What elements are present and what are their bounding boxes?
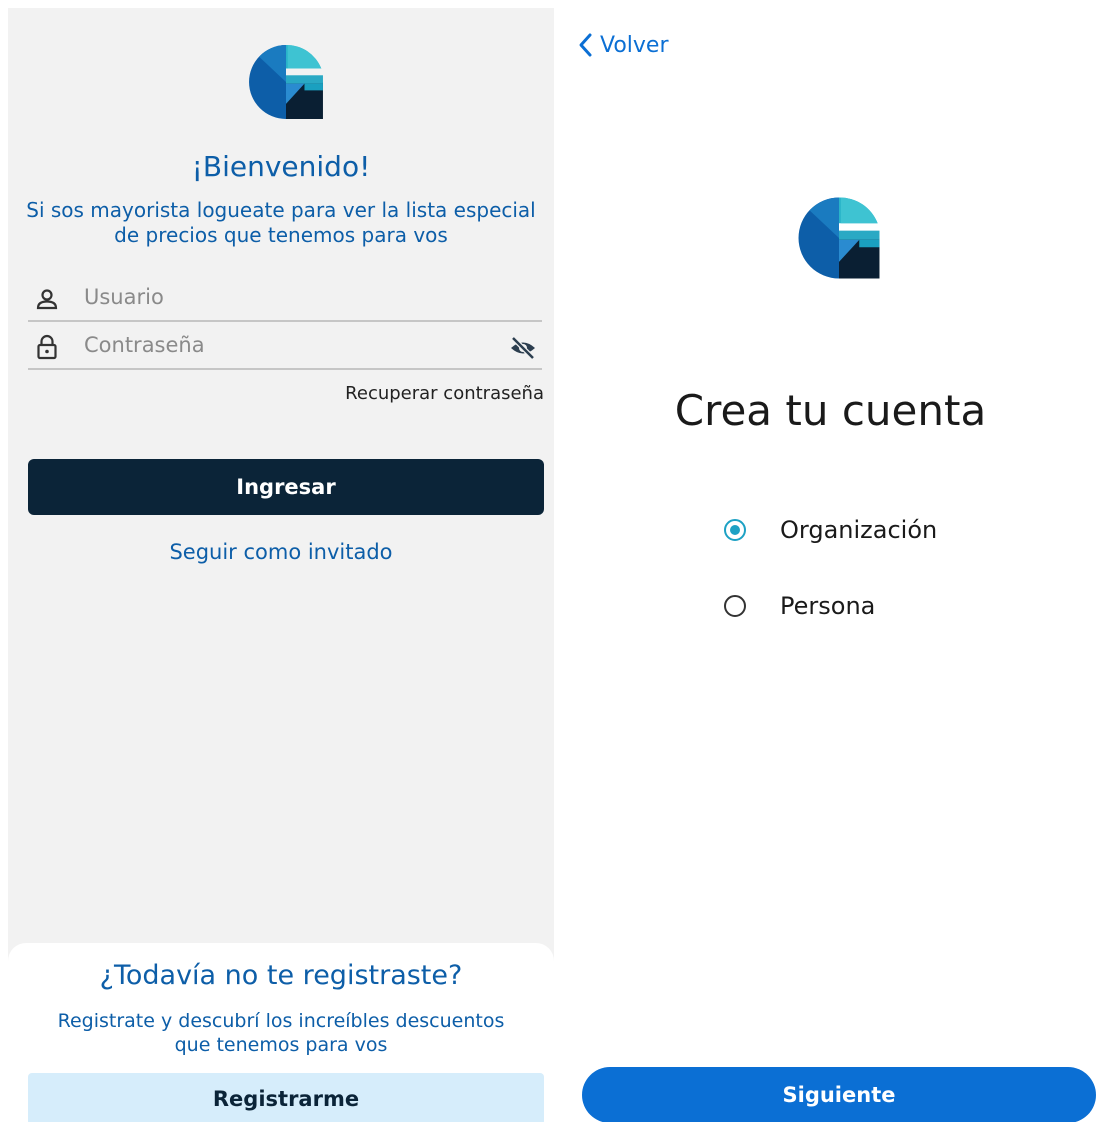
welcome-subtitle: Si sos mayorista logueate para ver la li… bbox=[8, 198, 554, 248]
back-label: Volver bbox=[600, 32, 669, 58]
person-icon bbox=[36, 289, 58, 310]
option-label: Persona bbox=[780, 592, 876, 620]
recover-password-link[interactable]: Recuperar contraseña bbox=[345, 383, 544, 404]
chevron-left-icon bbox=[579, 33, 592, 57]
option-label: Organización bbox=[780, 516, 938, 544]
register-button[interactable]: Registrarme bbox=[28, 1073, 544, 1122]
option-persona[interactable]: Persona bbox=[724, 589, 875, 623]
welcome-subtitle-line2: de precios que tenemos para vos bbox=[114, 223, 448, 247]
brand-logo-icon bbox=[798, 197, 880, 279]
login-screen: ¡Bienvenido! Si sos mayorista logueate p… bbox=[0, 0, 556, 1122]
welcome-title: ¡Bienvenido! bbox=[191, 150, 371, 183]
back-button[interactable]: Volver bbox=[576, 28, 669, 62]
register-subtitle: Registrate y descubrí los increíbles des… bbox=[8, 1009, 554, 1057]
signup-screen: Volver Crea tu cuenta Organización Perso… bbox=[556, 0, 1105, 1122]
register-subtitle-line1: Registrate y descubrí los increíbles des… bbox=[57, 1010, 505, 1032]
login-button[interactable]: Ingresar bbox=[28, 459, 544, 515]
option-organizacion[interactable]: Organización bbox=[724, 513, 937, 547]
register-card: ¿Todavía no te registraste? Registrate y… bbox=[8, 943, 554, 1122]
radio-selected-icon[interactable] bbox=[724, 519, 746, 541]
welcome-subtitle-line1: Si sos mayorista logueate para ver la li… bbox=[26, 198, 536, 222]
brand-logo-icon bbox=[249, 45, 323, 119]
username-placeholder: Usuario bbox=[84, 285, 164, 309]
username-field[interactable]: Usuario bbox=[28, 278, 542, 322]
guest-link[interactable]: Seguir como invitado bbox=[8, 540, 554, 564]
password-field[interactable]: Contraseña bbox=[28, 326, 542, 370]
password-placeholder: Contraseña bbox=[84, 333, 205, 357]
register-subtitle-line2: que tenemos para vos bbox=[174, 1034, 388, 1056]
register-title: ¿Todavía no te registraste? bbox=[99, 960, 463, 991]
eye-off-icon[interactable] bbox=[508, 334, 538, 362]
radio-unselected-icon[interactable] bbox=[724, 595, 746, 617]
next-button[interactable]: Siguiente bbox=[582, 1067, 1096, 1122]
signup-title: Crea tu cuenta bbox=[674, 386, 987, 435]
lock-icon bbox=[37, 334, 57, 360]
